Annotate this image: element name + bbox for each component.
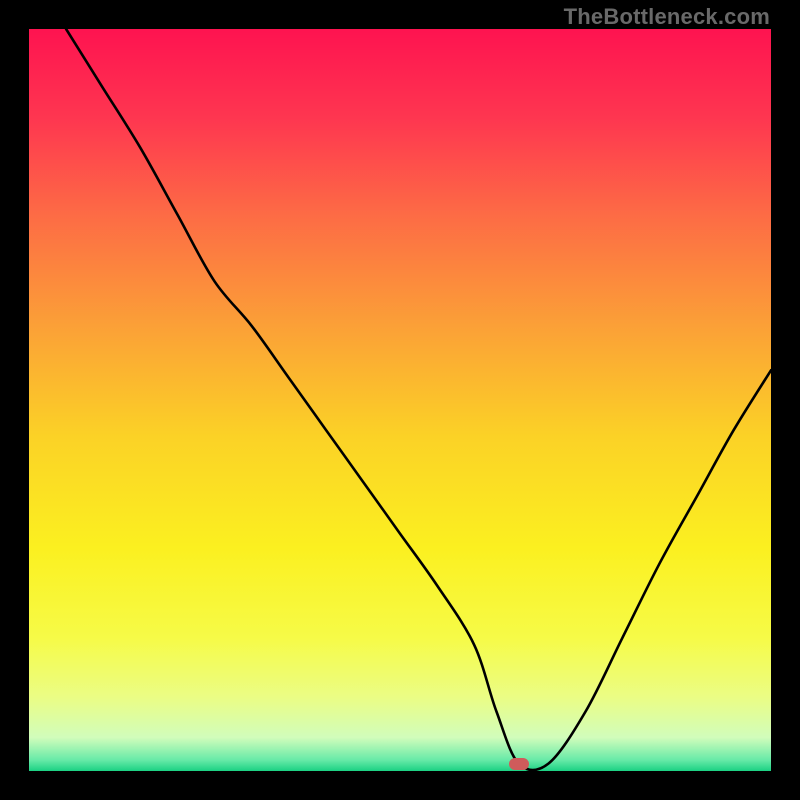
- plot-area: [29, 29, 771, 771]
- optimal-point-marker: [509, 758, 529, 770]
- watermark-text: TheBottleneck.com: [564, 4, 770, 30]
- gradient-background: [29, 29, 771, 771]
- chart-frame: TheBottleneck.com: [0, 0, 800, 800]
- chart-svg: [29, 29, 771, 771]
